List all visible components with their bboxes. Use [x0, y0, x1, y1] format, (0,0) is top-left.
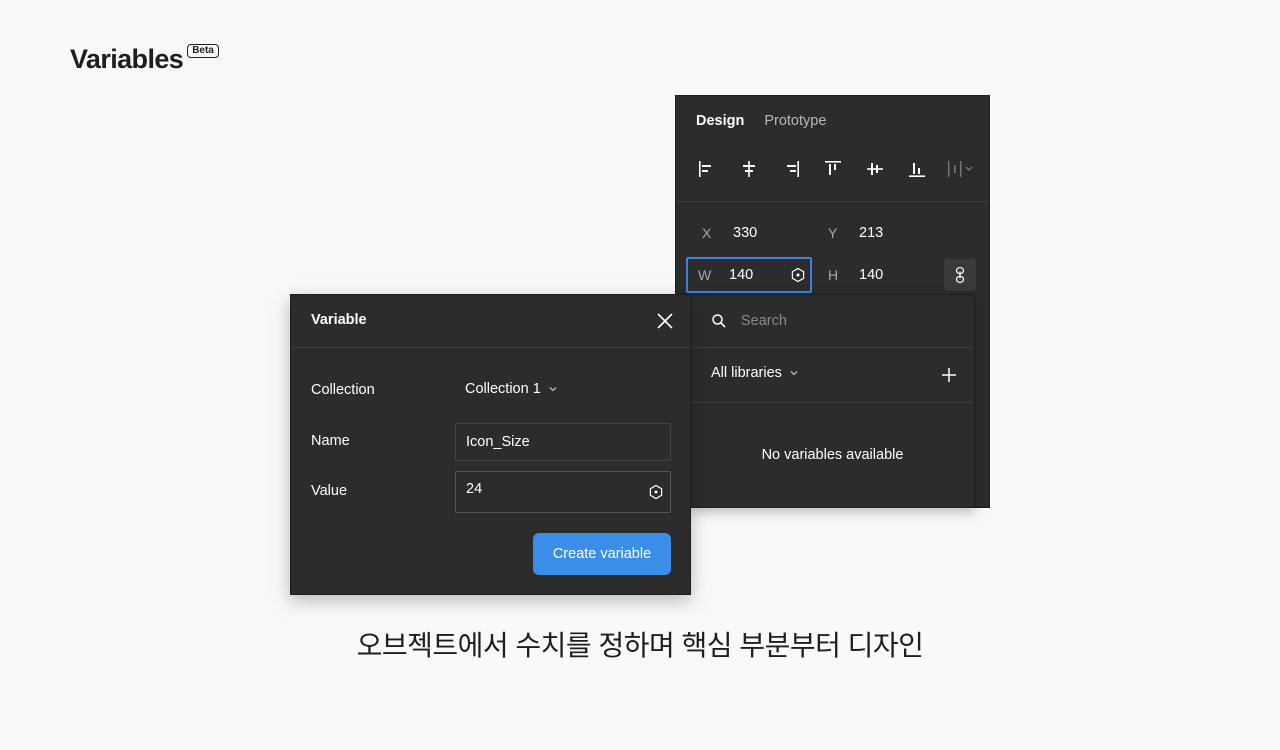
tab-design[interactable]: Design: [696, 113, 744, 129]
alignment-toolbar: [696, 158, 981, 180]
panel-divider: [676, 201, 989, 202]
dialog-divider: [291, 347, 690, 348]
apply-variable-icon[interactable]: [790, 267, 806, 283]
caption: 오브젝트에서 수치를 정하며 핵심 부분부터 디자인: [356, 630, 924, 661]
dropdown-divider: [691, 347, 974, 348]
link-icon: [955, 266, 965, 284]
collection-label: Collection: [311, 382, 375, 398]
y-field[interactable]: Y 213: [828, 216, 883, 250]
search-row: [711, 309, 941, 333]
collection-value: Collection 1: [465, 381, 541, 397]
align-right-icon[interactable]: [780, 158, 802, 180]
variable-dialog: Variable Collection Collection 1 Name Va…: [290, 294, 691, 595]
name-label: Name: [311, 433, 350, 449]
library-select[interactable]: All libraries: [711, 365, 800, 381]
variables-dropdown: All libraries No variables available: [690, 294, 975, 508]
w-prop: W 140: [698, 259, 753, 291]
h-field[interactable]: H 140: [828, 258, 883, 292]
x-label: X: [702, 225, 712, 241]
w-value[interactable]: 140: [729, 267, 753, 283]
create-variable-button[interactable]: Create variable: [533, 533, 671, 575]
align-top-icon[interactable]: [822, 158, 844, 180]
align-left-icon[interactable]: [696, 158, 718, 180]
brand-header: Variables Beta: [70, 44, 219, 75]
value-label: Value: [311, 483, 348, 499]
dropdown-divider-2: [691, 402, 974, 403]
beta-badge: Beta: [187, 44, 219, 58]
add-variable-button[interactable]: [939, 365, 959, 385]
value-input[interactable]: [456, 481, 636, 497]
w-label: W: [698, 267, 712, 283]
plus-icon: [942, 368, 956, 382]
close-icon: [657, 313, 673, 329]
name-input[interactable]: [456, 434, 636, 450]
search-input[interactable]: [741, 313, 941, 329]
h-value[interactable]: 140: [859, 267, 883, 283]
chevron-down-icon: [549, 387, 557, 392]
apply-variable-icon[interactable]: [648, 484, 664, 500]
align-bottom-icon[interactable]: [906, 158, 928, 180]
panel-tabs: Design Prototype: [696, 113, 826, 129]
y-value[interactable]: 213: [859, 225, 883, 241]
width-field[interactable]: W 140: [686, 257, 812, 293]
tab-prototype[interactable]: Prototype: [764, 113, 826, 129]
align-vertical-center-icon[interactable]: [864, 158, 886, 180]
value-field[interactable]: [455, 471, 671, 513]
distribute-menu-icon[interactable]: [946, 158, 978, 180]
search-icon: [712, 314, 726, 328]
library-select-label: All libraries: [711, 365, 782, 381]
chevron-down-icon: [790, 371, 798, 376]
constrain-proportions-button[interactable]: [944, 259, 976, 291]
brand-title: Variables: [70, 44, 184, 74]
h-label: H: [828, 267, 839, 283]
align-horizontal-center-icon[interactable]: [738, 158, 760, 180]
x-value[interactable]: 330: [733, 225, 757, 241]
empty-state-message: No variables available: [761, 447, 904, 463]
name-field[interactable]: [455, 423, 671, 461]
y-label: Y: [828, 225, 838, 241]
close-button[interactable]: [655, 311, 675, 331]
dialog-title: Variable: [311, 312, 367, 328]
collection-select[interactable]: Collection 1: [465, 381, 559, 397]
x-field[interactable]: X 330: [702, 216, 757, 250]
